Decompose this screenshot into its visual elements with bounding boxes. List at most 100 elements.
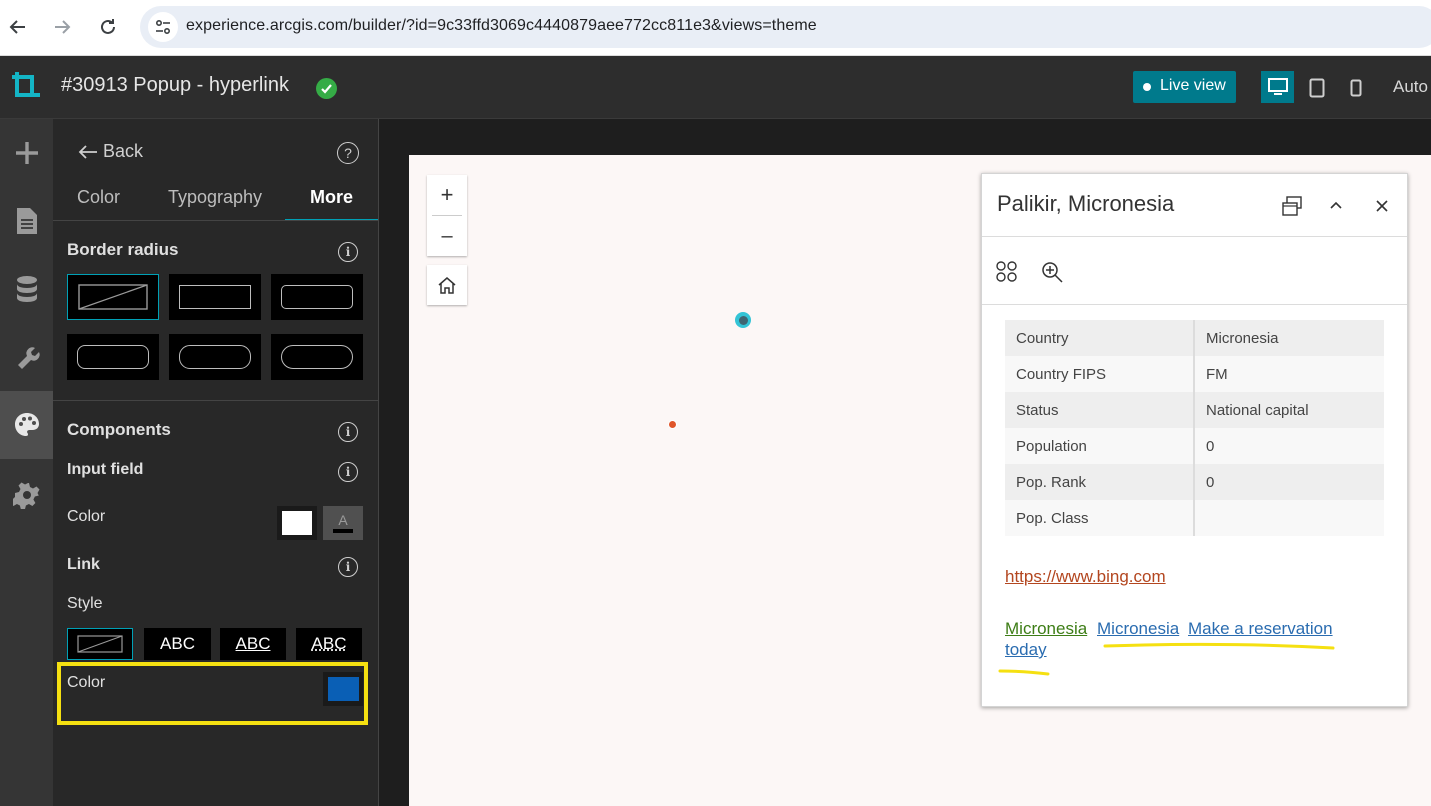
help-icon[interactable]: ? [337,142,359,164]
field-name: Population [1005,428,1194,464]
live-view-label: Live view [1160,77,1226,95]
field-value [1194,500,1384,536]
white-swatch [282,511,312,535]
wrench-icon[interactable] [0,323,53,391]
field-value: 0 [1194,464,1384,500]
radius-option-medium[interactable] [67,334,159,380]
radius-option-small[interactable] [271,274,363,320]
browser-toolbar: experience.arcgis.com/builder/?id=9c33ff… [0,0,1431,56]
bing-link[interactable]: https://www.bing.com [1005,567,1166,587]
field-value: FM [1194,356,1384,392]
field-value: Micronesia [1194,320,1384,356]
home-icon [437,275,457,295]
link-style-underline[interactable]: ABC [220,628,286,660]
zoom-to-icon[interactable] [1040,260,1064,284]
components-heading: Components [67,420,171,440]
theme-settings-panel: Back ? Color Typography More Border radi… [53,119,379,806]
components-info-icon[interactable]: i [338,422,358,442]
field-name: Country [1005,320,1194,356]
square-shape [179,285,251,309]
input-text-color-button[interactable]: A [323,506,363,540]
medium-radius-shape [77,345,149,369]
link-label: Link [67,556,100,574]
tab-typography[interactable]: Typography [168,187,262,221]
style-dotted-label: ABC [312,634,347,654]
live-dot-icon [1143,83,1151,91]
pill-radius-shape [281,345,353,369]
input-color-swatch[interactable] [277,506,317,540]
reservation-link[interactable]: Make a reservation [1188,619,1333,639]
style-underline-label: ABC [236,634,271,654]
input-color-label: Color [67,508,105,526]
popup-header-divider [982,236,1407,237]
input-field-info-icon[interactable]: i [338,462,358,482]
radius-option-none[interactable] [67,274,159,320]
gear-icon[interactable] [0,461,53,529]
page-icon[interactable] [0,187,53,255]
small-radius-shape [281,285,353,309]
text-color-bar [333,529,353,533]
app-title: #30913 Popup - hyperlink [61,74,289,97]
field-name: Status [1005,392,1194,428]
feature-marker[interactable] [668,420,677,429]
reload-icon[interactable] [93,12,123,42]
link-style-none[interactable] [67,628,133,660]
radius-option-pill[interactable] [271,334,363,380]
selected-marker-core [739,316,748,325]
zoom-out-button[interactable]: – [427,216,467,256]
micronesia-blue-link[interactable]: Micronesia [1097,619,1179,639]
site-settings-icon[interactable] [148,12,178,42]
collapse-chevron-icon[interactable] [1327,197,1345,215]
table-row: Pop. Rank 0 [1005,464,1384,500]
close-icon[interactable] [1373,197,1391,215]
home-button[interactable] [427,265,467,305]
table-row: Population 0 [1005,428,1384,464]
style-plain-label: ABC [160,634,195,654]
experience-builder-logo-icon[interactable] [6,68,44,106]
field-name: Pop. Class [1005,500,1194,536]
link-info-icon[interactable]: i [338,557,358,577]
tablet-view-icon[interactable] [1305,76,1329,100]
radius-option-large[interactable] [169,334,261,380]
mobile-view-icon[interactable] [1345,76,1367,100]
text-color-glyph: A [338,513,347,527]
zoom-control: + – [427,175,467,256]
radius-option-square[interactable] [169,274,261,320]
tab-more[interactable]: More [285,187,378,221]
back-arrow-icon[interactable] [3,12,33,42]
large-radius-shape [179,345,251,369]
tab-color-label: Color [77,187,120,207]
saved-check-icon [316,78,337,99]
table-row: Pop. Class [1005,500,1384,536]
micronesia-green-link[interactable]: Micronesia [1005,619,1087,639]
link-style-dotted[interactable]: ABC [296,628,362,660]
tab-more-label: More [310,187,353,207]
back-button[interactable]: Back [77,141,143,162]
border-radius-info-icon[interactable]: i [338,242,358,262]
input-field-label: Input field [67,461,143,479]
zoom-in-button[interactable]: + [427,175,467,215]
dock-icon[interactable] [1281,195,1303,217]
link-style-plain[interactable]: ABC [144,628,211,660]
tab-color[interactable]: Color [77,187,120,221]
back-label: Back [103,141,143,162]
selected-feature-marker[interactable] [735,312,751,328]
data-icon[interactable] [0,255,53,323]
popup-title: Palikir, Micronesia [997,191,1174,217]
yellow-annotation-underlines [997,640,1337,680]
actions-menu-icon[interactable] [995,260,1019,284]
no-radius-icon [78,284,148,310]
app-header: #30913 Popup - hyperlink Live view Auto [0,56,1431,119]
popup-toolbar-divider [982,304,1407,305]
insert-widget-icon[interactable] [0,119,53,187]
desktop-view-icon[interactable] [1261,71,1294,103]
screen-size-auto[interactable]: Auto [1393,77,1428,97]
address-bar[interactable]: experience.arcgis.com/builder/?id=9c33ff… [140,6,1431,48]
left-rail [0,119,53,806]
forward-arrow-icon[interactable] [47,12,77,42]
attribute-table: Country Micronesia Country FIPS FM Status N… [1005,320,1384,536]
theme-palette-icon[interactable] [0,391,53,459]
feature-popup: Palikir, Micronesia Country Micronesia Co… [981,173,1408,707]
field-name: Pop. Rank [1005,464,1194,500]
live-view-button[interactable]: Live view [1133,71,1236,103]
